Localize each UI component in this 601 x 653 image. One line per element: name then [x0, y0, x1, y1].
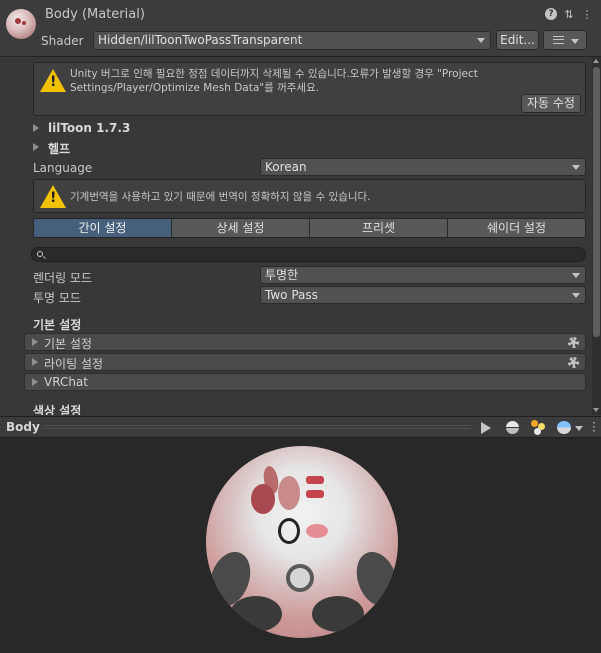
- basic-settings-heading: 기본 설정: [33, 318, 82, 332]
- tab-shader-settings[interactable]: 쉐이더 설정: [448, 219, 585, 237]
- help-label: 헬프: [48, 142, 71, 156]
- group-label: 기본 설정: [44, 337, 92, 351]
- preview-toolbar: Body · · ·: [0, 416, 601, 438]
- gear-icon[interactable]: [568, 357, 579, 368]
- material-preview-icon: [6, 9, 36, 39]
- sphere-mesh-icon[interactable]: [506, 421, 519, 434]
- chevron-down-icon: [477, 38, 485, 43]
- language-value: Korean: [265, 160, 307, 174]
- kebab-menu-icon[interactable]: · · ·: [592, 417, 596, 437]
- chevron-down-icon: [572, 293, 580, 298]
- translation-warning-box: 기계번역을 사용하고 있기 때문에 번역이 정확하지 않을 수 있습니다.: [33, 179, 586, 213]
- chevron-right-icon: [32, 358, 38, 366]
- translation-warning-text: 기계번역을 사용하고 있기 때문에 번역이 정확하지 않을 수 있습니다.: [70, 191, 371, 203]
- render-mode-dropdown[interactable]: 투명한: [260, 266, 586, 284]
- material-preview-sphere[interactable]: [206, 446, 398, 638]
- group-vrchat[interactable]: VRChat: [24, 373, 586, 391]
- chevron-down-icon: [571, 39, 579, 44]
- environment-icon[interactable]: [557, 421, 571, 434]
- transparent-mode-value: Two Pass: [265, 288, 318, 302]
- search-icon: [37, 251, 43, 257]
- inspector-body: Unity 버그로 인해 필요한 정점 데이터까지 삭제될 수 있습니다.오류가…: [0, 57, 601, 415]
- settings-tabs: 간이 설정 상세 설정 프리셋 쉐이더 설정: [33, 218, 586, 238]
- tab-advanced-settings[interactable]: 상세 설정: [172, 219, 310, 237]
- material-header: Body (Material) ? ⇅ ⋮ Shader Hidden/lilT…: [0, 0, 601, 57]
- warning-icon: [40, 185, 66, 208]
- chevron-down-icon[interactable]: [575, 426, 583, 431]
- settings-sliders-icon[interactable]: ⇅: [563, 8, 575, 21]
- render-mode-label: 렌더링 모드: [33, 271, 93, 285]
- preview-resize-handle[interactable]: [43, 425, 471, 429]
- warning-icon: [40, 69, 66, 92]
- shader-value: Hidden/lilToonTwoPassTransparent: [98, 33, 303, 47]
- chevron-right-icon: [32, 378, 38, 386]
- list-icon: [553, 36, 564, 44]
- search-input[interactable]: [31, 247, 586, 262]
- transparent-mode-dropdown[interactable]: Two Pass: [260, 286, 586, 304]
- chevron-down-icon: [572, 165, 580, 170]
- mesh-warning-line1: Unity 버그로 인해 필요한 정점 데이터까지 삭제될 수 있습니다.오류가…: [70, 68, 478, 80]
- auto-fix-button[interactable]: 자동 수정: [521, 94, 581, 113]
- chevron-right-icon: [33, 124, 39, 132]
- scroll-up-arrow-icon[interactable]: [593, 59, 599, 63]
- shader-options-button[interactable]: [543, 30, 587, 50]
- light-icon[interactable]: [531, 420, 547, 436]
- preview-title: Body: [6, 420, 40, 434]
- tab-presets[interactable]: 프리셋: [310, 219, 448, 237]
- transparent-mode-label: 투명 모드: [33, 291, 81, 305]
- play-icon[interactable]: [481, 422, 491, 434]
- gear-icon[interactable]: [568, 337, 579, 348]
- group-label: 라이팅 설정: [44, 357, 104, 371]
- render-mode-value: 투명한: [265, 268, 299, 282]
- shader-label: Shader: [41, 34, 84, 48]
- shader-dropdown[interactable]: Hidden/lilToonTwoPassTransparent: [93, 31, 491, 50]
- group-label: VRChat: [44, 375, 88, 389]
- help-icon[interactable]: ?: [545, 8, 557, 20]
- material-title: Body (Material): [45, 7, 145, 22]
- mesh-warning-box: Unity 버그로 인해 필요한 정점 데이터까지 삭제될 수 있습니다.오류가…: [33, 62, 586, 116]
- mesh-warning-line2: Settings/Player/Optimize Mesh Data"를 꺼주세…: [70, 82, 320, 94]
- tab-simple-settings[interactable]: 간이 설정: [34, 219, 172, 237]
- header-icons: ? ⇅ ⋮: [545, 8, 593, 21]
- chevron-right-icon: [33, 143, 39, 151]
- scroll-down-arrow-icon[interactable]: [593, 408, 599, 412]
- color-settings-heading: 색상 설정: [33, 404, 82, 415]
- edit-shader-button[interactable]: Edit...: [496, 30, 539, 50]
- chevron-right-icon: [32, 338, 38, 346]
- liltoon-version-label: lilToon 1.7.3: [48, 121, 131, 135]
- chevron-down-icon: [572, 273, 580, 278]
- group-lighting-settings[interactable]: 라이팅 설정: [24, 353, 586, 371]
- language-dropdown[interactable]: Korean: [260, 158, 586, 176]
- scrollbar-thumb[interactable]: [593, 67, 600, 337]
- inspector-scrollbar[interactable]: [592, 57, 601, 415]
- kebab-menu-icon[interactable]: ⋮: [581, 8, 593, 21]
- group-basic-settings[interactable]: 기본 설정: [24, 333, 586, 351]
- language-label: Language: [33, 161, 93, 175]
